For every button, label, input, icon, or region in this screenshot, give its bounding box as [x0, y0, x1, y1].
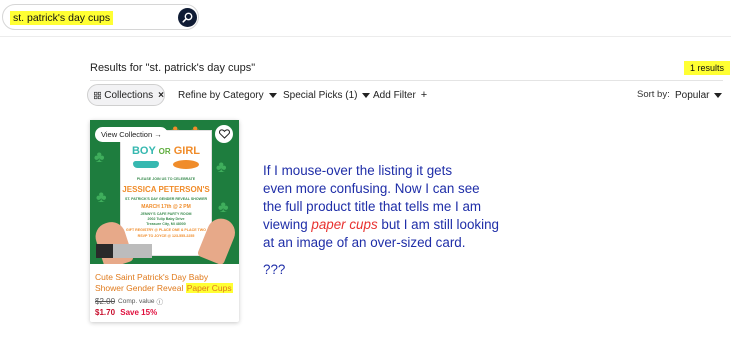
add-filter-label: Add Filter — [373, 89, 416, 101]
sort-value: Popular — [675, 89, 710, 101]
chevron-down-icon — [268, 92, 277, 98]
lips-graphic — [173, 160, 199, 169]
chevron-down-icon — [362, 92, 371, 98]
annotation-line: at an image of an over-sized card. — [263, 235, 466, 250]
view-collection-button[interactable]: View Collection → — [95, 127, 168, 142]
invite-line: RSVP TO JOYCE @ 123-555-2255 — [137, 234, 195, 238]
sort-dropdown[interactable]: Popular — [675, 84, 723, 106]
favorite-button[interactable] — [215, 125, 233, 143]
results-count: 1 results — [684, 61, 731, 75]
mustache-graphic — [133, 161, 159, 168]
annotation-questions: ??? — [263, 262, 286, 277]
original-price: $2.00 — [95, 296, 116, 306]
invite-line: 2002 Tulip Baby Drive — [147, 217, 185, 221]
annotation-line: If I mouse-over the listing it gets — [263, 163, 453, 178]
annotation-line: the full product title that tells me I a… — [263, 199, 482, 214]
clover-decoration: ♣ — [216, 159, 227, 176]
invite-or: OR — [158, 147, 171, 156]
clover-decoration: ♣ — [96, 189, 107, 206]
grid-icon — [94, 91, 102, 99]
search-input[interactable]: st. patrick's day cups — [10, 11, 114, 25]
invite-line: JENNY'S CAFE PARTY ROOM — [140, 212, 192, 216]
comp-price-row: $2.00 Comp. value ⓘ — [95, 296, 164, 307]
comp-value-label: Comp. value — [118, 297, 155, 305]
invite-heading: BOY OR GIRL — [121, 145, 211, 157]
heart-icon — [218, 129, 230, 139]
refine-by-category-dropdown[interactable]: Refine by Category — [178, 84, 277, 106]
sale-price-row: $1.70 Save 15% — [95, 308, 157, 317]
invite-line: ST. PATRICK'S DAY GENDER REVEAL SHOWER — [124, 197, 208, 201]
annotation-text: viewing — [263, 217, 312, 232]
results-divider — [90, 80, 723, 81]
product-image[interactable]: ♣ ♣ ♣ ♣ ♣ ♣ BOY OR GIRL PLEASE JOIN US T… — [90, 120, 239, 264]
invite-girl: GIRL — [173, 145, 201, 157]
special-picks-dropdown[interactable]: Special Picks (1) — [283, 84, 371, 106]
search-bar[interactable]: st. patrick's day cups — [2, 4, 199, 30]
product-title[interactable]: Cute Saint Patrick's Day Baby Shower Gen… — [95, 272, 235, 294]
annotation-note: If I mouse-over the listing it gets even… — [263, 162, 533, 252]
savings-badge: Save 15% — [120, 308, 158, 317]
invite-boy: BOY — [131, 145, 156, 157]
sort-label: Sort by: — [637, 89, 670, 100]
chevron-down-icon — [714, 92, 723, 98]
annotation-line: viewing paper cups but I am still lookin… — [263, 216, 533, 234]
filter-bar: Collections × Refine by Category Special… — [0, 84, 731, 106]
annotation-emphasis: paper cups — [311, 217, 378, 232]
invite-line: GIFT REGISTRY @ PLACE ONE & PLACE TWO — [126, 228, 206, 232]
header-divider — [0, 36, 731, 37]
sale-price: $1.70 — [95, 308, 116, 317]
collections-filter-chip[interactable]: Collections × — [87, 84, 165, 106]
info-icon[interactable]: ⓘ — [157, 296, 164, 306]
invite-line: Treasure City, MI 48000 — [146, 222, 186, 226]
invite-date: MARCH 17th @ 2 PM — [141, 204, 191, 210]
results-title: Results for "st. patrick's day cups" — [90, 62, 256, 74]
collections-chip-label: Collections — [104, 89, 154, 101]
redacted-region — [96, 244, 152, 258]
close-icon[interactable]: × — [158, 90, 164, 101]
product-card[interactable]: ♣ ♣ ♣ ♣ ♣ ♣ BOY OR GIRL PLEASE JOIN US T… — [90, 120, 239, 322]
special-picks-label: Special Picks (1) — [283, 89, 358, 101]
refine-label: Refine by Category — [178, 89, 264, 101]
clover-decoration: ♣ — [94, 149, 105, 166]
product-title-highlight: Paper Cups — [185, 283, 233, 293]
search-icon — [182, 12, 193, 23]
invite-line: PLEASE JOIN US TO CELEBRATE — [136, 177, 196, 181]
invitation-card-art: BOY OR GIRL PLEASE JOIN US TO CELEBRATE … — [120, 130, 212, 256]
plus-icon: + — [420, 89, 428, 101]
annotation-text: but I am still looking — [377, 217, 499, 232]
clover-decoration: ♣ — [218, 199, 229, 216]
search-button[interactable] — [178, 8, 197, 27]
annotation-line: even more confusing. Now I can see — [263, 181, 480, 196]
invite-name: JESSICA PETERSON'S — [122, 185, 210, 194]
add-filter-button[interactable]: Add Filter + — [373, 84, 427, 106]
